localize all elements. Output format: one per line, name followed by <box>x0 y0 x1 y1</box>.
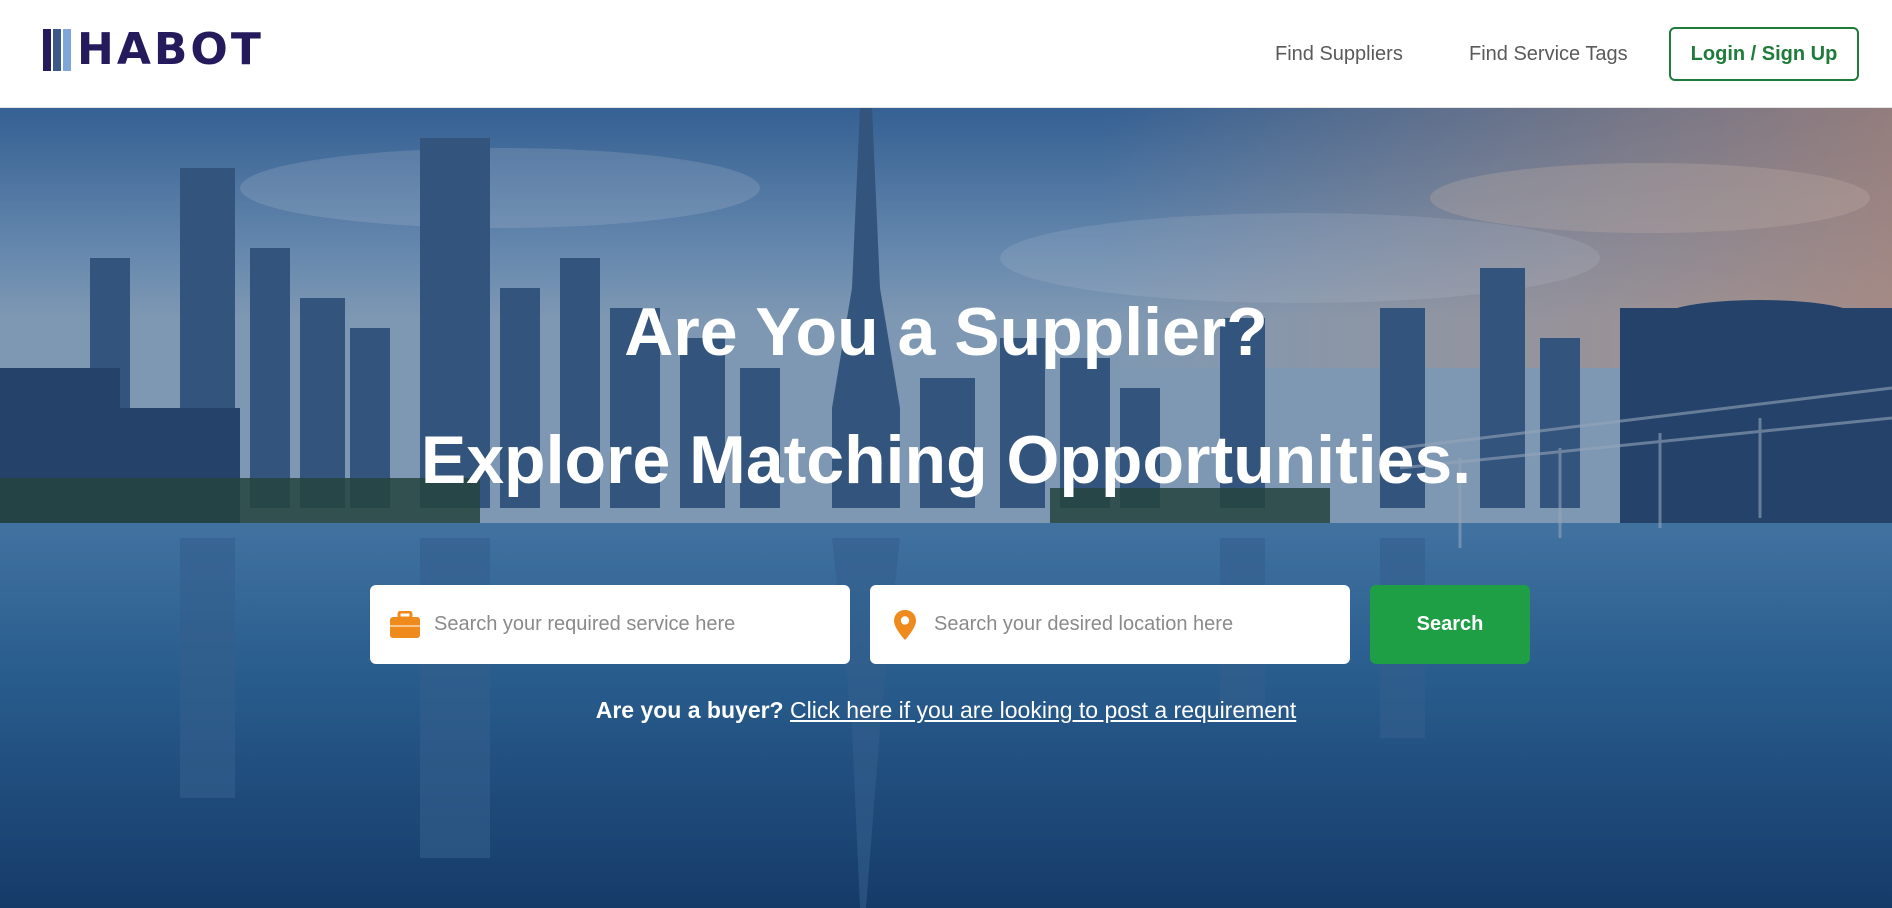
hero-overlay <box>0 108 1892 908</box>
post-requirement-link[interactable]: Click here if you are looking to post a … <box>790 697 1296 723</box>
hero-title: Are You a Supplier? <box>624 294 1268 370</box>
buyer-prompt-line: Are you a buyer? Click here if you are l… <box>0 696 1892 724</box>
location-pin-icon <box>888 608 922 642</box>
location-search-box[interactable] <box>870 585 1350 664</box>
search-button[interactable]: Search <box>1370 585 1530 664</box>
logo-bars-icon <box>43 29 73 71</box>
logo-text: HABOT <box>77 24 264 75</box>
service-search-input[interactable] <box>434 613 814 636</box>
service-search-box[interactable] <box>370 585 850 664</box>
nav-find-suppliers[interactable]: Find Suppliers <box>1275 42 1403 66</box>
location-search-input[interactable] <box>934 613 1314 636</box>
hero-subtitle: Explore Matching Opportunities. <box>420 422 1472 498</box>
briefcase-icon <box>388 608 422 642</box>
nav-find-service-tags[interactable]: Find Service Tags <box>1469 42 1628 66</box>
hero-section: Are You a Supplier? Explore Matching Opp… <box>0 108 1892 908</box>
site-header: HABOT Find Suppliers Find Service Tags L… <box>0 0 1892 108</box>
login-signup-button[interactable]: Login / Sign Up <box>1669 27 1859 81</box>
buyer-prompt-text: Are you a buyer? <box>595 697 784 723</box>
habot-logo[interactable]: HABOT <box>43 28 264 72</box>
